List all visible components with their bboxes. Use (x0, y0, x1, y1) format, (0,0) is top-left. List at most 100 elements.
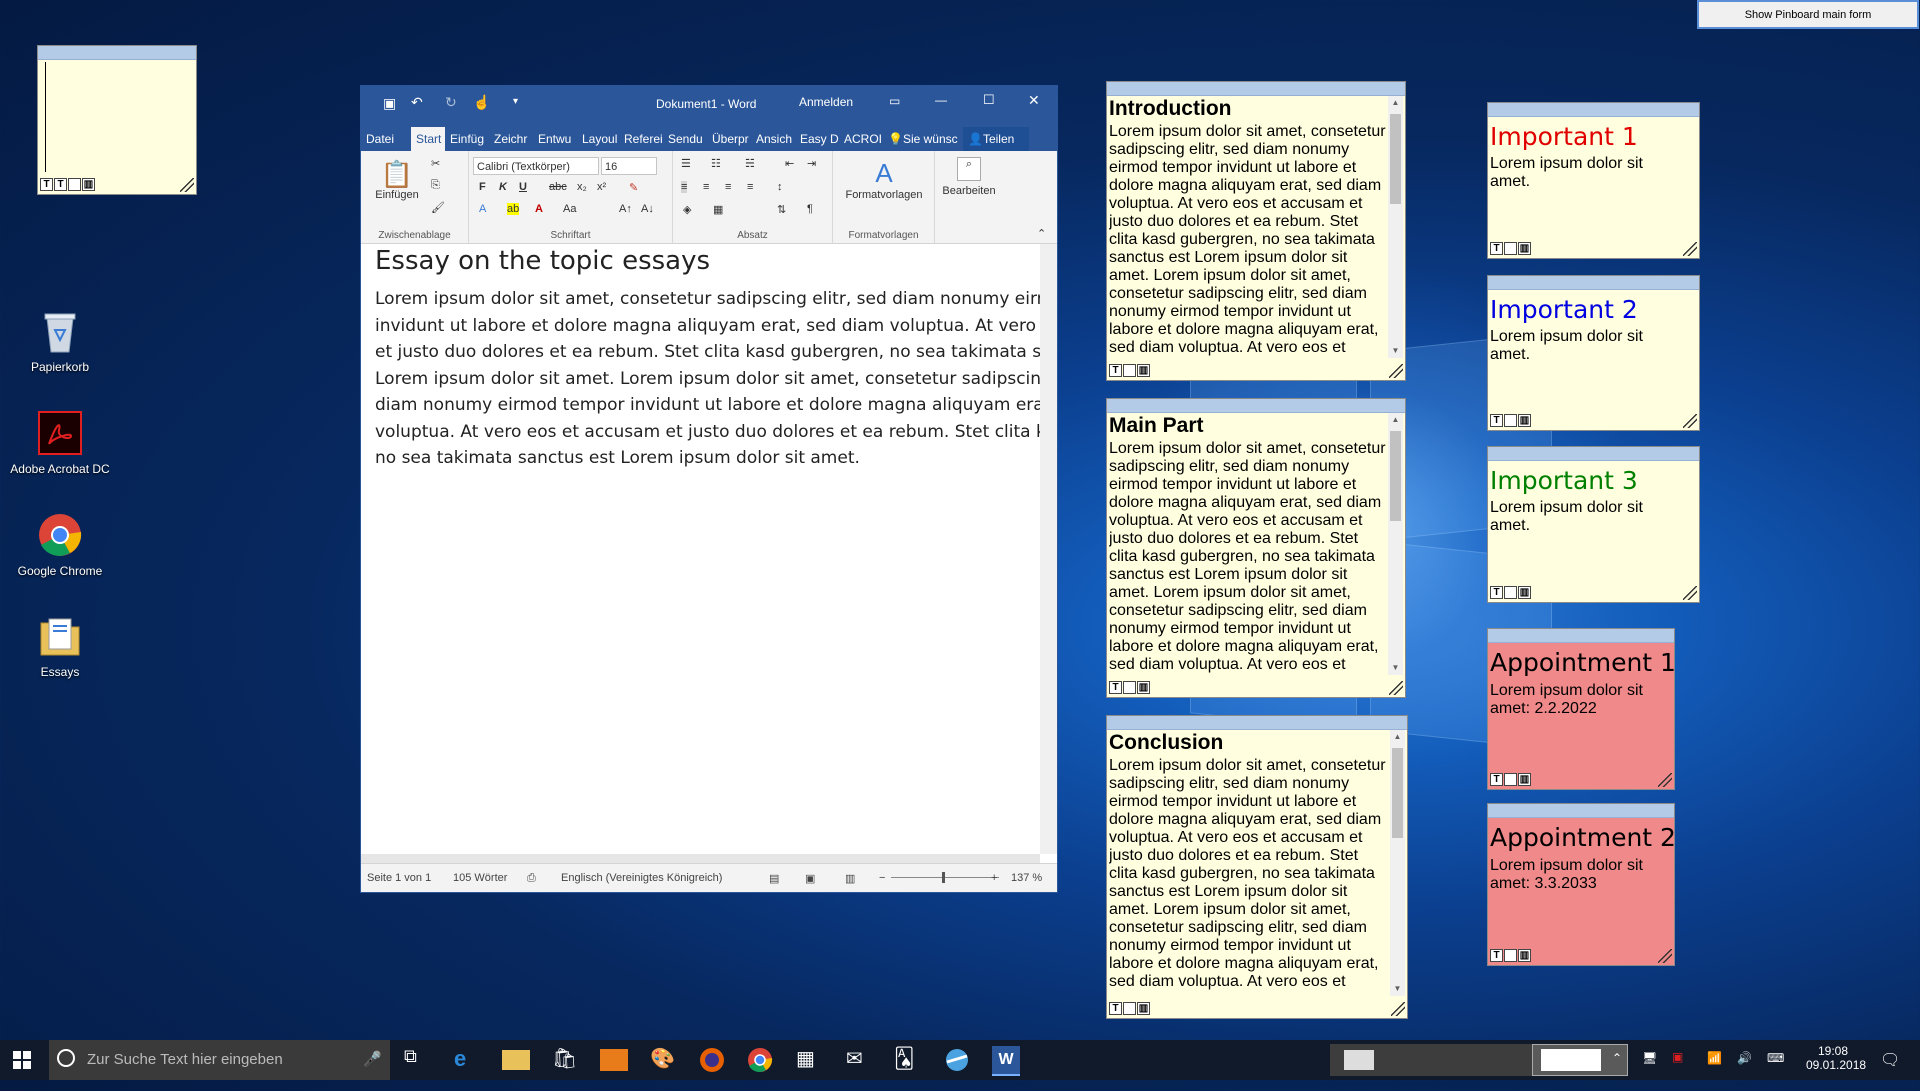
trash-icon[interactable]: ▥ (1137, 681, 1150, 694)
page-count[interactable]: Seite 1 von 1 (367, 872, 431, 884)
resize-grip-icon[interactable] (1389, 364, 1403, 378)
numbering-icon[interactable]: ☷ (711, 157, 721, 170)
pinboard-icon[interactable] (943, 1046, 971, 1074)
note-text[interactable]: Lorem ipsum dolor sit amet, consetetur s… (1109, 440, 1387, 675)
windows-start-icon[interactable] (13, 1051, 31, 1069)
note-scrollbar[interactable]: ▲ ▼ (1388, 96, 1403, 358)
resize-grip-icon[interactable] (1683, 586, 1697, 600)
edge-icon[interactable]: e (454, 1046, 482, 1074)
tab-draw[interactable]: Zeichr (489, 127, 533, 151)
format-button[interactable] (1123, 364, 1136, 377)
touch-mode-icon[interactable]: ☝ (473, 94, 490, 111)
desktop-icon-recycle-bin[interactable]: Papierkorb (6, 308, 114, 374)
word-titlebar[interactable]: ▣ ↶ ↻ ☝ ▾ Dokument1 - Word Anmelden ▭ — … (361, 86, 1057, 121)
pilcrow-icon[interactable]: ¶ (807, 203, 813, 215)
microphone-icon[interactable]: 🎤 (363, 1050, 382, 1068)
highlight-icon[interactable]: ab (507, 203, 520, 215)
superscript-button[interactable]: x² (597, 181, 606, 193)
text-button[interactable]: T (54, 178, 67, 191)
zoom-slider[interactable] (891, 877, 999, 878)
mail-icon[interactable]: ✉ (846, 1046, 874, 1074)
line-spacing-icon[interactable]: ↕ (777, 181, 783, 193)
tab-file[interactable]: Datei (361, 127, 411, 151)
desktop-icon-acrobat[interactable]: Adobe Acrobat DC (6, 410, 114, 476)
resize-grip-icon[interactable] (1658, 949, 1672, 963)
styles-button[interactable]: A Formatvorlagen (833, 157, 935, 201)
undo-icon[interactable]: ↶ (411, 94, 423, 111)
note-important-3[interactable]: Important 3 Lorem ipsum dolor sit amet. … (1487, 446, 1700, 603)
font-color-icon[interactable]: A (535, 203, 543, 215)
document-canvas[interactable]: Essay on the topic essays Lorem ipsum do… (361, 244, 1040, 854)
file-explorer-icon[interactable] (502, 1050, 530, 1070)
tab-insert[interactable]: Einfüg (445, 127, 489, 151)
note-text[interactable]: Lorem ipsum dolor sit amet, consetetur s… (1109, 757, 1389, 992)
trash-icon[interactable]: ▥ (82, 178, 95, 191)
trash-icon[interactable]: ▥ (1137, 364, 1150, 377)
format-button[interactable] (1504, 586, 1517, 599)
show-hidden-icons[interactable]: ⌃ (1612, 1051, 1622, 1091)
volume-icon[interactable]: 🔊 (1737, 1051, 1752, 1091)
trash-icon[interactable]: ▥ (1518, 586, 1531, 599)
note-text[interactable]: Lorem ipsum dolor sit amet: 2.2.2022 (1490, 682, 1656, 718)
decrease-indent-icon[interactable]: ⇤ (785, 157, 794, 170)
tab-references[interactable]: Referei (619, 127, 663, 151)
scroll-down-icon[interactable]: ▼ (1388, 344, 1403, 358)
collapse-ribbon-icon[interactable]: ⌃ (1037, 227, 1046, 240)
note-conclusion[interactable]: Conclusion Lorem ipsum dolor sit amet, c… (1106, 715, 1408, 1019)
maximize-icon[interactable]: ☐ (983, 92, 995, 108)
note-text[interactable]: Lorem ipsum dolor sit amet. (1490, 499, 1681, 535)
resize-grip-icon[interactable] (1389, 681, 1403, 695)
word-count[interactable]: 105 Wörter (453, 872, 507, 884)
save-icon[interactable]: ▣ (383, 95, 396, 112)
note-titlebar[interactable] (1488, 276, 1699, 290)
tab-mailings[interactable]: Sendu (663, 127, 707, 151)
solitaire-icon[interactable]: 🂡 (894, 1046, 922, 1074)
zoom-slider-thumb[interactable] (942, 872, 945, 883)
format-button[interactable] (1504, 414, 1517, 427)
note-titlebar[interactable] (1488, 103, 1699, 117)
note-titlebar[interactable] (1488, 447, 1699, 461)
text-button[interactable]: T (1490, 242, 1503, 255)
font-combo[interactable]: Calibri (Textkörper) (473, 157, 599, 175)
scroll-thumb[interactable] (1392, 748, 1403, 838)
note-titlebar[interactable] (1107, 399, 1405, 413)
scroll-up-icon[interactable]: ▲ (1388, 96, 1403, 110)
language[interactable]: Englisch (Vereinigtes Königreich) (561, 872, 722, 884)
bullets-icon[interactable]: ☰ (681, 157, 691, 170)
multilevel-list-icon[interactable]: ☵ (745, 157, 755, 170)
note-main-part[interactable]: Main Part Lorem ipsum dolor sit amet, co… (1106, 398, 1406, 698)
read-mode-icon[interactable]: ▤ (769, 872, 779, 885)
increase-indent-icon[interactable]: ⇥ (807, 157, 816, 170)
subscript-button[interactable]: x₂ (577, 181, 587, 193)
note-titlebar[interactable] (1107, 716, 1407, 730)
note-text[interactable]: Lorem ipsum dolor sit amet: 3.3.2033 (1490, 857, 1656, 893)
zoom-out-icon[interactable]: − (879, 872, 885, 884)
firefox-icon[interactable] (698, 1046, 726, 1074)
strikethrough-button[interactable]: abc (549, 181, 567, 193)
proofing-icon[interactable]: ⎙ (527, 872, 536, 885)
cut-icon[interactable]: ✂ (431, 157, 440, 170)
format-button[interactable] (1504, 949, 1517, 962)
resize-grip-icon[interactable] (1391, 1002, 1405, 1016)
web-layout-icon[interactable]: ▥ (845, 872, 855, 885)
format-button[interactable] (1123, 1002, 1136, 1015)
clock[interactable]: 19:08 09.01.2018 (1806, 1044, 1866, 1084)
word-window[interactable]: ▣ ↶ ↻ ☝ ▾ Dokument1 - Word Anmelden ▭ — … (360, 85, 1058, 893)
print-layout-icon[interactable]: ▣ (805, 872, 815, 885)
format-button[interactable] (1123, 681, 1136, 694)
scroll-thumb[interactable] (1390, 431, 1401, 521)
task-view-icon[interactable]: ⧉ (404, 1046, 432, 1074)
shading-icon[interactable]: ◈ (683, 203, 691, 216)
acrobat-tray-icon[interactable]: ▣ (1672, 1050, 1683, 1090)
tab-design[interactable]: Entwu (533, 127, 577, 151)
media-player-icon[interactable] (600, 1049, 628, 1071)
note-appointment-2[interactable]: Appointment 2 Lorem ipsum dolor sit amet… (1487, 803, 1675, 966)
word-taskbar-icon[interactable]: W (992, 1046, 1020, 1076)
trash-icon[interactable]: ▥ (1137, 1002, 1150, 1015)
clear-format-icon[interactable]: ✎ (629, 181, 638, 194)
editing-button[interactable]: ⌕ Bearbeiten (941, 157, 997, 197)
text-effects-icon[interactable]: A (479, 203, 486, 215)
change-case-icon[interactable]: Aa (563, 203, 576, 215)
note-text[interactable]: Lorem ipsum dolor sit amet. (1490, 328, 1681, 364)
align-right-icon[interactable]: ≡ (725, 181, 731, 193)
